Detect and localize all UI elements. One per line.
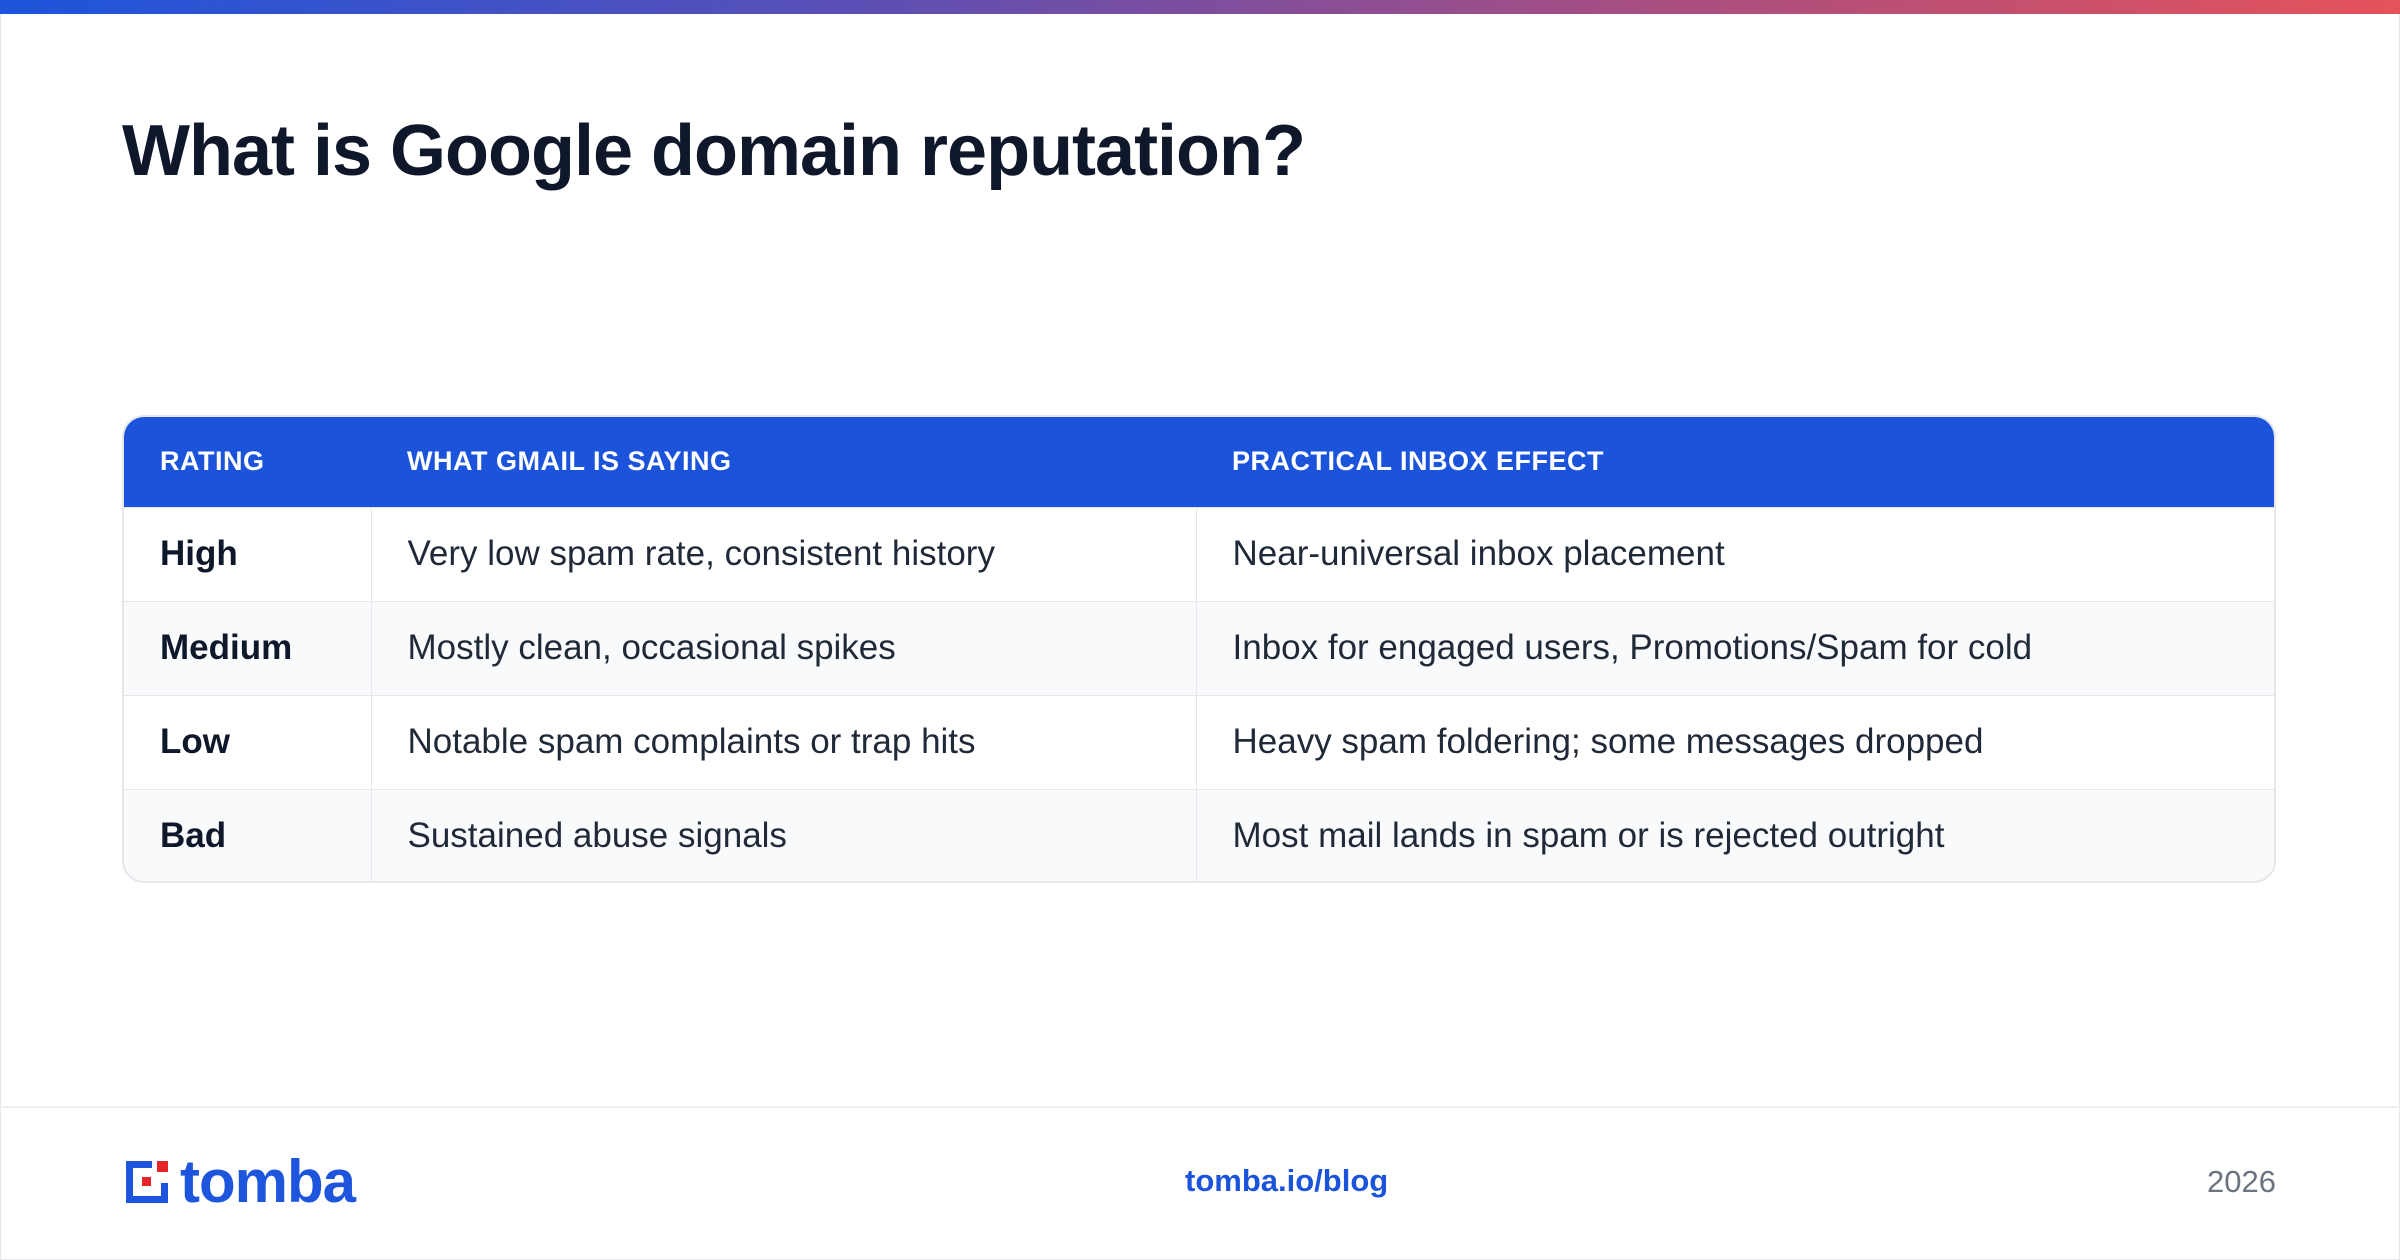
table-row: Medium Mostly clean, occasional spikes I… [124, 601, 2274, 695]
inbox-effect-cell: Near-universal inbox placement [1195, 507, 2274, 601]
inbox-effect-cell: Heavy spam foldering; some messages drop… [1195, 695, 2274, 789]
logo-wordmark: tomba [180, 1148, 356, 1215]
top-gradient-bar [0, 0, 2400, 14]
gmail-saying-cell: Notable spam complaints or trap hits [370, 695, 1196, 789]
header-practical-inbox-effect: PRACTICAL INBOX EFFECT [1232, 446, 1605, 477]
reputation-table: RATING WHAT GMAIL IS SAYING PRACTICAL IN… [122, 415, 2276, 883]
rating-cell: Bad [160, 816, 227, 856]
tomba-logo-icon [122, 1157, 172, 1207]
table-row: High Very low spam rate, consistent hist… [124, 507, 2274, 601]
tomba-logo[interactable]: tomba [122, 1148, 356, 1215]
gmail-saying-cell: Sustained abuse signals [370, 789, 1196, 881]
header-rating: RATING [160, 446, 265, 477]
header-what-gmail-is-saying: WHAT GMAIL IS SAYING [407, 446, 732, 477]
page-title: What is Google domain reputation? [122, 111, 1306, 191]
rating-cell: Low [160, 722, 230, 761]
inbox-effect-cell: Most mail lands in spam or is rejected o… [1195, 789, 2274, 881]
inbox-effect-cell: Inbox for engaged users, Promotions/Spam… [1195, 601, 2274, 695]
table-row: Bad Sustained abuse signals Most mail la… [124, 789, 2274, 881]
table-header-row: RATING WHAT GMAIL IS SAYING PRACTICAL IN… [124, 417, 2274, 507]
rating-cell: High [160, 534, 238, 573]
gmail-saying-cell: Mostly clean, occasional spikes [370, 601, 1196, 695]
rating-cell: Medium [160, 628, 293, 667]
blog-link[interactable]: tomba.io/blog [1185, 1163, 1388, 1199]
footer-year: 2026 [2207, 1164, 2276, 1199]
gmail-saying-cell: Very low spam rate, consistent history [370, 507, 1196, 601]
table-row: Low Notable spam complaints or trap hits… [124, 695, 2274, 789]
footer-divider [0, 1106, 2400, 1108]
